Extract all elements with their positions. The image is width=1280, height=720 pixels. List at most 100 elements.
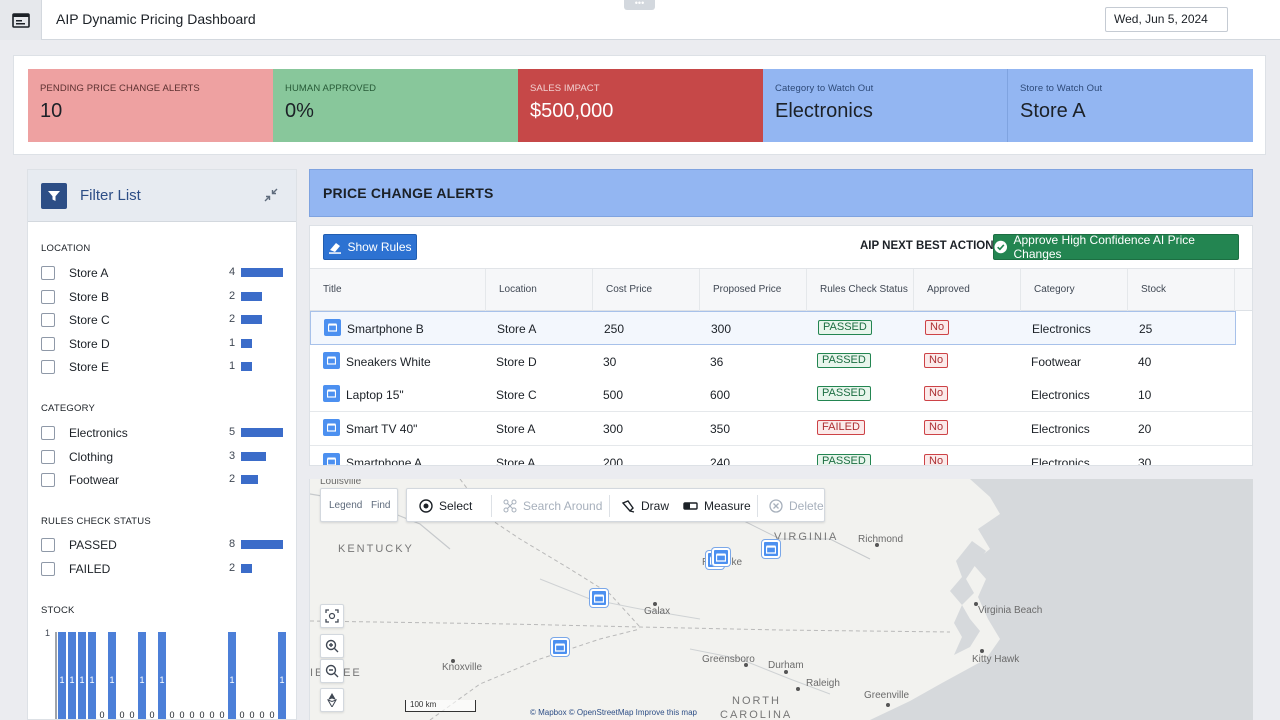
filter-option[interactable]: PASSED 8 (41, 536, 285, 554)
measure-tool-button[interactable]: Measure (683, 489, 751, 523)
table-row[interactable]: Sneakers White Store D 30 36 Footwear 40 PASSE… (310, 344, 1252, 379)
column-header[interactable]: Location (486, 269, 593, 311)
filter-option[interactable]: Footwear 2 (41, 471, 285, 489)
drag-handle[interactable]: ••• (624, 0, 655, 10)
cell-proposed-price: 240 (710, 455, 731, 466)
map-label-virginia: VIRGINIA (774, 531, 839, 543)
store-map-pin[interactable] (590, 589, 608, 607)
table-row[interactable]: Smartphone A Store A 200 240 Electronics 30 PA… (310, 445, 1252, 466)
checkbox[interactable] (41, 538, 55, 552)
select-tool-button[interactable]: Select (419, 489, 472, 523)
column-header[interactable]: Category (1021, 269, 1128, 311)
table-row[interactable]: Smartphone B Store A 250 300 Electronics 25 PA… (310, 311, 1236, 345)
alerts-panel: Show Rules AIP NEXT BEST ACTION : Approv… (309, 225, 1253, 466)
store-map-pin[interactable] (762, 540, 780, 558)
filter-header: Filter List (28, 170, 296, 222)
column-header[interactable]: Title (310, 269, 486, 311)
delete-icon (769, 499, 783, 513)
cell-stock: 40 (1138, 354, 1152, 369)
store-map-pin[interactable] (712, 548, 730, 566)
next-best-action-label: AIP NEXT BEST ACTION : (860, 240, 1001, 252)
checkbox[interactable] (41, 336, 55, 351)
filter-option-label: Store E (69, 360, 110, 374)
stock-bar-label: 0 (129, 710, 134, 720)
checkbox[interactable] (41, 449, 55, 464)
cell-cost-price: 200 (603, 455, 624, 466)
filter-option[interactable]: Store D 1 (41, 335, 285, 353)
show-rules-button[interactable]: Show Rules (323, 234, 417, 260)
map-attribution[interactable]: © Mapbox © OpenStreetMap Improve this ma… (530, 708, 697, 717)
checkbox[interactable] (41, 473, 55, 487)
checkbox[interactable] (41, 360, 55, 374)
stock-bar-label: 0 (219, 710, 224, 720)
cell-proposed-price: 300 (711, 322, 732, 336)
fit-bounds-button[interactable] (320, 604, 344, 628)
stock-histogram[interactable]: 11 1 1 1010 01010 0 0 0 0 010 0 0 01 (28, 620, 297, 720)
draw-icon (621, 500, 635, 513)
column-header[interactable]: Cost Price (593, 269, 700, 311)
checkbox[interactable] (41, 266, 55, 280)
filter-option[interactable]: Store C 2 (41, 311, 285, 329)
stock-bar-label: 1 (79, 675, 84, 685)
app-menu-button[interactable] (0, 0, 42, 40)
filter-option[interactable]: Clothing 3 (41, 448, 285, 466)
show-rules-label: Show Rules (347, 240, 412, 254)
cell-title: Laptop 15" (346, 388, 404, 403)
stock-bar-label: 1 (89, 675, 94, 685)
checkbox[interactable] (41, 313, 55, 327)
find-button[interactable]: Find (371, 500, 390, 511)
measure-label: Measure (704, 499, 751, 513)
draw-tool-button[interactable]: Draw (621, 489, 669, 523)
legend-button[interactable]: Legend (329, 500, 362, 511)
filter-option[interactable]: Store B 2 (41, 288, 285, 306)
collapse-icon[interactable] (263, 187, 279, 206)
kpi-label: Category to Watch Out (775, 83, 874, 94)
map-label-galax: Galax (644, 606, 671, 617)
stock-bar-label: 0 (269, 710, 274, 720)
map-label-north: NORTH (732, 695, 781, 707)
kpi-label: HUMAN APPROVED (285, 83, 377, 94)
zoom-in-button[interactable] (320, 634, 344, 658)
stock-bar-label: 1 (229, 675, 234, 685)
column-header[interactable]: Rules Check Status (807, 269, 914, 311)
filter-option-count: 2 (229, 561, 236, 574)
delete-tool-button[interactable]: Delete (769, 489, 824, 523)
checkbox[interactable] (41, 561, 55, 576)
checkbox[interactable] (41, 426, 55, 440)
column-header[interactable]: Proposed Price (700, 269, 807, 311)
rules-status-tag: PASSED (818, 320, 872, 335)
search-around-label: Search Around (523, 499, 603, 513)
checkbox[interactable] (41, 289, 55, 304)
cell-category: Electronics (1031, 422, 1090, 437)
store-map-pin[interactable] (551, 638, 569, 656)
stock-bar-label: 1 (109, 675, 114, 685)
table-row[interactable]: Laptop 15" Store C 500 600 Electronics 10 PASS… (310, 378, 1252, 413)
table-header: Title Location Cost Price Proposed Price Rul… (310, 268, 1252, 311)
stock-bar-label: 0 (119, 710, 124, 720)
filter-option-count: 8 (229, 538, 236, 550)
zoom-out-icon (325, 664, 339, 678)
filter-option[interactable]: FAILED 2 (41, 560, 285, 578)
kpi-label: SALES IMPACT (530, 83, 600, 94)
search-around-button[interactable]: Search Around (503, 489, 602, 523)
filter-option-label: Footwear (69, 473, 120, 487)
approve-ai-changes-button[interactable]: Approve High Confidence AI Price Changes (993, 233, 1239, 261)
map-view[interactable]: Louisville KENTUCKY VIRGINIA Richmond Ro… (309, 479, 1253, 720)
map-label-virginia-beach: Virginia Beach (978, 605, 1043, 616)
column-header[interactable]: Approved (914, 269, 1021, 311)
map-tools-toolbar: Select Search Around Draw Measure Delete (406, 488, 825, 522)
product-icon (323, 419, 340, 437)
filter-option[interactable]: Store E 1 (41, 358, 285, 376)
zoom-out-button[interactable] (320, 659, 344, 683)
filter-option[interactable]: Electronics 5 (41, 424, 285, 442)
date-input[interactable]: Wed, Jun 5, 2024 (1105, 7, 1228, 32)
filter-option[interactable]: Store A 4 (41, 264, 285, 282)
compass-button[interactable] (320, 688, 344, 712)
cell-stock: 30 (1138, 455, 1152, 466)
stock-bar-label: 0 (249, 710, 254, 720)
column-header[interactable]: Stock (1128, 269, 1235, 311)
table-row[interactable]: Smart TV 40" Store A 300 350 Electronics 20 FA… (310, 412, 1252, 447)
map-scale-bar: 100 km (405, 700, 476, 712)
cell-location: Store C (496, 388, 537, 403)
map-label-richmond: Richmond (858, 534, 904, 545)
